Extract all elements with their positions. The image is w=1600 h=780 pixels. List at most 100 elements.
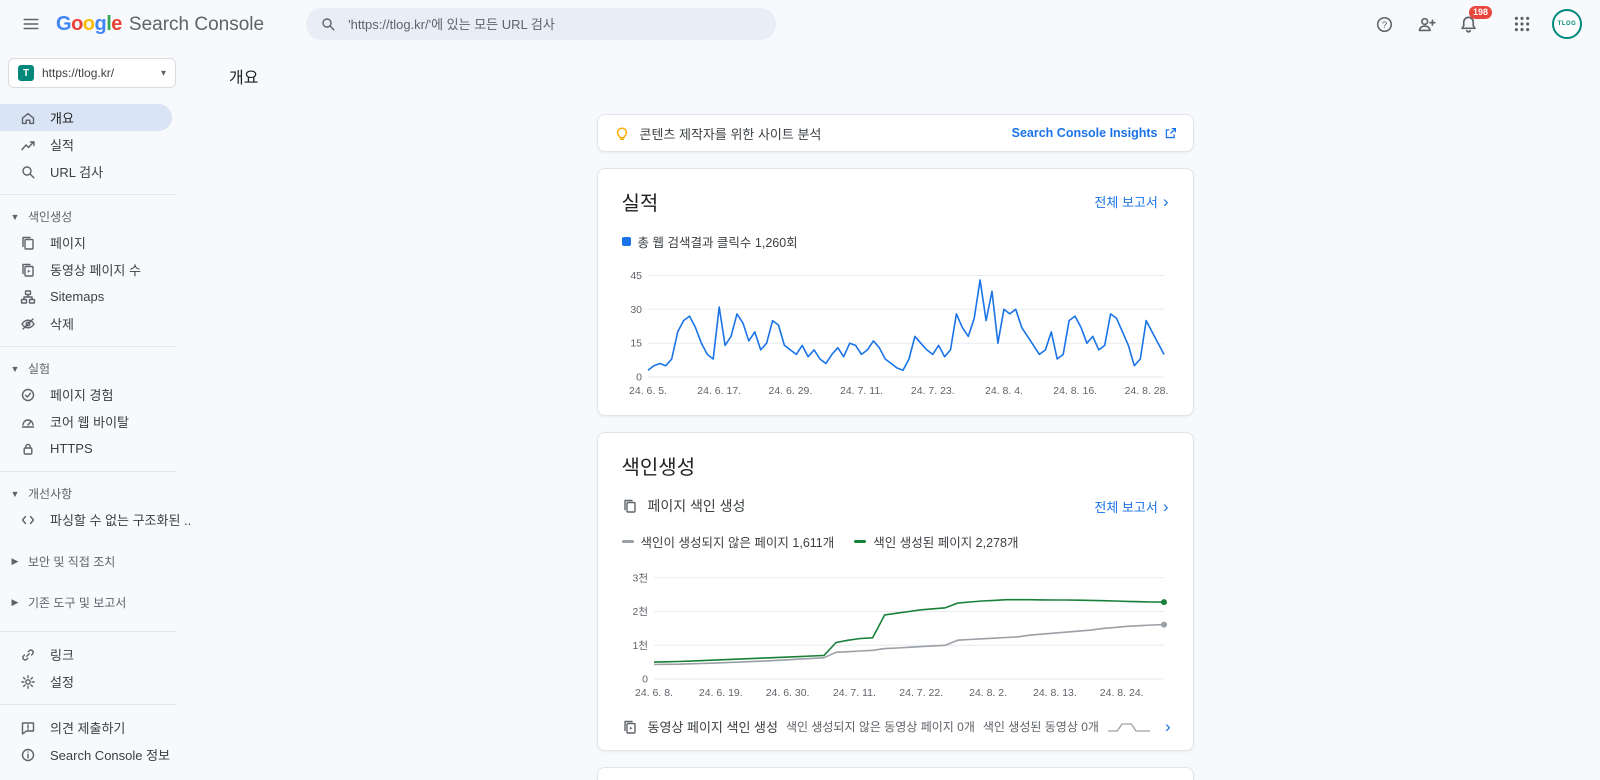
svg-text:24. 6. 29.: 24. 6. 29. (768, 385, 812, 397)
report-link-label: 전체 보고서 (1094, 192, 1157, 211)
sidebar-item-label: 페이지 (50, 233, 86, 252)
property-selector[interactable]: T https://tlog.kr/ ▾ (8, 58, 176, 88)
url-inspection-input[interactable] (346, 16, 762, 33)
chevron-down-icon: ▼ (10, 364, 20, 374)
indexing-full-report-link[interactable]: 전체 보고서 › (1094, 497, 1168, 516)
section-enhancements[interactable]: ▼ 개선사항 (0, 481, 190, 506)
sidebar-item-video-pages[interactable]: 동영상 페이지 수 (0, 256, 172, 283)
sidebar-item-label: Search Console 정보 (50, 745, 170, 764)
svg-text:24. 6. 5.: 24. 6. 5. (629, 385, 667, 397)
apps-grid-button[interactable] (1504, 6, 1540, 42)
video-pages-icon (622, 719, 638, 735)
sidebar-item-performance[interactable]: 실적 (0, 131, 172, 158)
svg-text:24. 6. 17.: 24. 6. 17. (697, 385, 741, 397)
user-management-button[interactable] (1408, 6, 1444, 42)
sidebar-item-feedback[interactable]: 의견 제출하기 (0, 714, 172, 741)
account-avatar[interactable]: TLOG (1552, 9, 1582, 39)
section-experience[interactable]: ▼ 실험 (0, 356, 190, 381)
legend-swatch (622, 237, 631, 246)
home-icon (20, 110, 36, 126)
svg-text:24. 8. 2.: 24. 8. 2. (969, 687, 1007, 699)
section-label: 개선사항 (28, 485, 72, 502)
url-inspection-searchbar[interactable] (306, 8, 776, 40)
svg-text:24. 8. 13.: 24. 8. 13. (1033, 687, 1077, 699)
eye-off-icon (20, 316, 36, 332)
product-name: Search Console (129, 14, 264, 36)
svg-text:24. 8. 4.: 24. 8. 4. (985, 385, 1023, 397)
sidebar-item-label: Sitemaps (50, 289, 104, 304)
svg-text:24. 8. 28.: 24. 8. 28. (1124, 385, 1168, 397)
person-add-icon (1417, 15, 1436, 34)
sidebar-item-settings[interactable]: 설정 (0, 668, 172, 695)
app-logo[interactable]: Google Search Console (56, 13, 264, 36)
performance-card-title: 실적 (622, 187, 659, 216)
main-content: 개요 콘텐츠 제작자를 위한 사이트 분석 Search Console Ins… (190, 48, 1600, 780)
apps-grid-icon (1513, 15, 1531, 33)
video-indexing-row[interactable]: 동영상 페이지 색인 생성 색인 생성되지 않은 동영상 페이지 0개 색인 생… (622, 717, 1169, 736)
sidebar-item-label: 개요 (50, 108, 74, 127)
svg-text:24. 8. 24.: 24. 8. 24. (1099, 687, 1143, 699)
chevron-right-icon: › (1163, 498, 1169, 515)
help-button[interactable]: ? (1366, 6, 1402, 42)
video-indexing-label: 동영상 페이지 색인 생성 (648, 717, 778, 736)
svg-text:2천: 2천 (632, 606, 648, 618)
info-icon (20, 747, 36, 763)
performance-icon (20, 137, 36, 153)
sidebar-item-label: 설정 (50, 672, 74, 691)
sidebar-item-label: 의견 제출하기 (50, 718, 125, 737)
divider (0, 346, 176, 347)
insights-link-label: Search Console Insights (1012, 126, 1158, 140)
svg-text:24. 8. 16.: 24. 8. 16. (1053, 385, 1097, 397)
performance-full-report-link[interactable]: 전체 보고서 › (1094, 192, 1168, 211)
svg-text:45: 45 (630, 270, 642, 282)
sidebar-item-label: 삭제 (50, 314, 74, 333)
speedometer-icon (20, 414, 36, 430)
section-legacy-tools[interactable]: ▶ 기존 도구 및 보고서 (0, 590, 190, 615)
page-experience-icon (20, 387, 36, 403)
sidebar-item-about[interactable]: Search Console 정보 (0, 741, 172, 768)
section-label: 보안 및 직접 조치 (28, 553, 115, 570)
sidebar-item-sitemaps[interactable]: Sitemaps (0, 283, 172, 310)
lightbulb-icon (614, 125, 630, 141)
sidebar: T https://tlog.kr/ ▾ 개요 실적 URL 검사 ▼ 색인생성 (0, 48, 190, 780)
svg-text:3천: 3천 (632, 572, 648, 584)
legend-label: 색인 생성된 페이지 2,278개 (873, 532, 1018, 551)
sidebar-item-unparsable-structured-data[interactable]: 파싱할 수 없는 구조화된 ... (0, 506, 172, 533)
svg-text:24. 7. 23.: 24. 7. 23. (910, 385, 954, 397)
indexing-chart: 01천2천3천24. 6. 8.24. 6. 19.24. 6. 30.24. … (622, 561, 1170, 703)
hamburger-menu-icon[interactable] (14, 7, 48, 41)
sidebar-item-overview[interactable]: 개요 (0, 104, 172, 131)
chevron-down-icon: ▾ (161, 68, 166, 79)
legend-swatch (854, 540, 866, 543)
property-icon: T (18, 65, 34, 81)
insights-link[interactable]: Search Console Insights (1012, 126, 1177, 140)
sidebar-item-label: HTTPS (50, 441, 93, 456)
sidebar-item-label: 실적 (50, 135, 74, 154)
chevron-down-icon: ▼ (10, 489, 20, 499)
sidebar-item-pages[interactable]: 페이지 (0, 229, 172, 256)
sidebar-item-https[interactable]: HTTPS (0, 435, 172, 462)
divider (0, 471, 176, 472)
sidebar-item-page-experience[interactable]: 페이지 경험 (0, 381, 172, 408)
performance-legend: 총 웹 검색결과 클릭수 1,260회 (622, 232, 1169, 251)
legend-item-clicks: 총 웹 검색결과 클릭수 1,260회 (622, 232, 798, 251)
chevron-down-icon: ▼ (10, 212, 20, 222)
section-indexing[interactable]: ▼ 색인생성 (0, 204, 190, 229)
sidebar-item-links[interactable]: 링크 (0, 641, 172, 668)
indexing-subtitle: 페이지 색인 생성 (648, 496, 1085, 516)
divider (0, 631, 176, 632)
section-security-manual-actions[interactable]: ▶ 보안 및 직접 조치 (0, 549, 190, 574)
sidebar-item-removals[interactable]: 삭제 (0, 310, 172, 337)
pages-icon (622, 498, 638, 514)
page-title: 개요 (229, 64, 1600, 88)
svg-text:24. 6. 8.: 24. 6. 8. (635, 687, 673, 699)
code-brackets-icon (20, 512, 36, 528)
lock-icon (20, 441, 36, 457)
svg-text:0: 0 (636, 372, 642, 384)
sidebar-item-url-inspection[interactable]: URL 검사 (0, 158, 172, 185)
chevron-right-icon: ▶ (10, 556, 20, 567)
svg-text:24. 7. 22.: 24. 7. 22. (899, 687, 943, 699)
notifications-button[interactable]: 198 (1450, 6, 1486, 42)
sidebar-item-core-web-vitals[interactable]: 코어 웹 바이탈 (0, 408, 172, 435)
divider (0, 704, 176, 705)
